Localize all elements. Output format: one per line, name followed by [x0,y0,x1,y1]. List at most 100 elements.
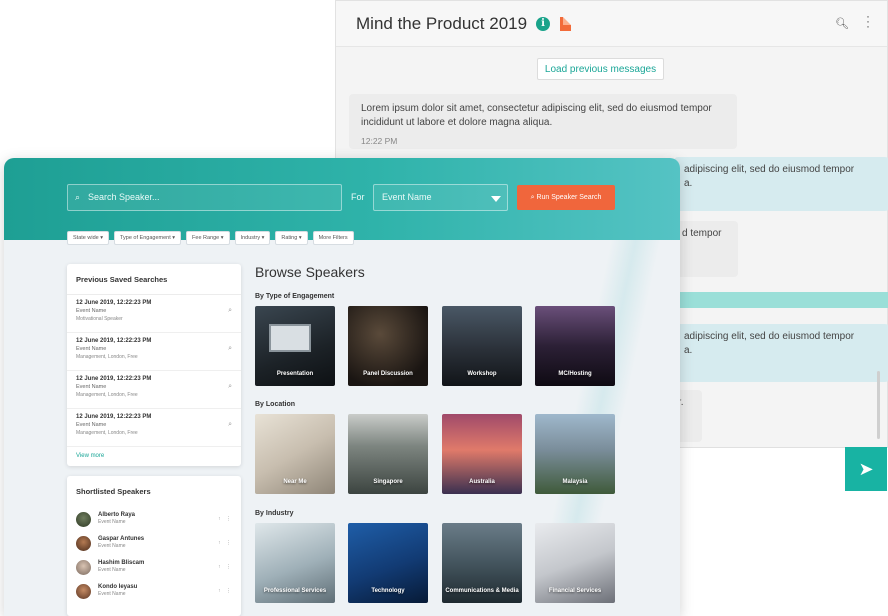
message-text: a. [684,178,693,189]
item-actions-icon[interactable]: ↑ ⋮ [218,588,233,594]
shortlist-item[interactable]: Hashim Bliscam Event Name ↑ ⋮ [67,555,241,579]
event-select[interactable]: Event Name [373,184,508,211]
run-button-label: Run Speaker Search [536,194,602,201]
tile-professional-services[interactable]: Professional Services [255,523,335,603]
tile-communications-media[interactable]: Communications & Media [442,523,522,603]
more-vertical-icon[interactable]: · · · [865,10,871,32]
search-icon[interactable]: ⌕ [228,307,232,315]
message-bubble: adipiscing elit, sed do eiusmod tempor a… [674,324,888,382]
message-text: adipiscing elit, sed do eiusmod tempor [684,164,855,175]
search-icon[interactable]: ⌕ [228,345,232,353]
message-text: a. [684,345,693,356]
chat-title: Mind the Product 2019 [356,13,528,33]
tile-label: Australia [469,479,495,485]
tile-presentation[interactable]: Presentation [255,306,335,386]
speaker-name: Alberto Raya [98,512,136,518]
filter-engagement[interactable]: Type of Engagement ▾ [113,231,182,245]
decorative-stripe [547,240,661,540]
filter-fee-range[interactable]: Fee Range ▾ [186,231,230,245]
shortlist-title: Shortlisted Speakers [76,487,151,496]
saved-tags: Motivational Speaker [76,316,123,322]
saved-tags: Management, London, Free [76,354,138,360]
chat-header: Mind the Product 2019 i 🔍︎ · · · [336,1,887,47]
tile-financial-services[interactable]: Financial Services [535,523,615,603]
filter-state-wide[interactable]: State wide ▾ [67,231,109,245]
tile-australia[interactable]: Australia [442,414,522,494]
saved-date: 12 June 2019, 12:22:23 PM [76,300,152,306]
speaker-event: Event Name [98,567,126,573]
saved-tags: Management, London, Free [76,392,138,398]
message-text: d tempor [682,228,722,239]
tile-label: Communications & Media [445,588,519,594]
tile-workshop[interactable]: Workshop [442,306,522,386]
send-button[interactable]: ➤ [845,447,887,491]
info-icon[interactable]: i [536,16,551,31]
saved-event: Event Name [76,384,107,390]
avatar [76,512,91,527]
saved-tags: Management, London, Free [76,430,138,436]
speaker-name: Kondo Ieyasu [98,584,138,590]
tile-label: Professional Services [263,588,327,594]
message-time: 12:22 PM [361,136,398,146]
tile-singapore[interactable]: Singapore [348,414,428,494]
shortlist-item[interactable]: Kondo Ieyasu Event Name ↑ ⋮ [67,579,241,603]
message-bubble: d tempor [674,221,738,277]
saved-event: Event Name [76,308,107,314]
saved-searches-title: Previous Saved Searches [67,264,241,295]
tile-label: Malaysia [562,479,588,485]
tile-label: MC/Hosting [558,371,592,377]
view-more-link[interactable]: View more [67,447,241,459]
document-icon[interactable] [560,16,572,31]
tile-mc-hosting[interactable]: MC/Hosting [535,306,615,386]
avatar [76,560,91,575]
item-actions-icon[interactable]: ↑ ⋮ [218,564,233,570]
saved-search-item[interactable]: 12 June 2019, 12:22:23 PM Event Name Man… [67,333,241,371]
saved-search-item[interactable]: 12 June 2019, 12:22:23 PM Event Name Mot… [67,295,241,333]
tile-label: Panel Discussion [363,371,413,377]
item-actions-icon[interactable]: ↑ ⋮ [218,540,233,546]
tile-panel-discussion[interactable]: Panel Discussion [348,306,428,386]
saved-event: Event Name [76,422,107,428]
tile-label: Near Me [283,479,307,485]
saved-date: 12 June 2019, 12:22:23 PM [76,338,152,344]
message-text: Lorem ipsum dolor sit amet, consectetur … [361,103,712,128]
tile-label: Singapore [373,479,403,485]
avatar [76,584,91,599]
for-label: For [351,192,365,202]
speaker-name: Hashim Bliscam [98,560,145,566]
speaker-event: Event Name [98,591,126,597]
section-label-industry: By Industry [255,510,294,517]
section-label-location: By Location [255,401,296,408]
speaker-event: Event Name [98,543,126,549]
speaker-search-input[interactable]: ⌕ Search Speaker... [67,184,342,211]
saved-search-item[interactable]: 12 June 2019, 12:22:23 PM Event Name Man… [67,409,241,447]
filter-more[interactable]: More Filters [312,231,354,245]
event-select-value: Event Name [382,192,432,202]
shortlist-item[interactable]: Alberto Raya Event Name ↑ ⋮ [67,507,241,531]
search-icon[interactable]: ⌕ [228,383,232,391]
tile-technology[interactable]: Technology [348,523,428,603]
speaker-name: Gaspar Antunes [98,536,145,542]
send-icon: ➤ [858,459,874,479]
filter-rating[interactable]: Rating ▾ [275,231,308,245]
tile-near-me[interactable]: Near Me [255,414,335,494]
saved-event: Event Name [76,346,107,352]
message-text: adipiscing elit, sed do eiusmod tempor [684,331,855,342]
saved-date: 12 June 2019, 12:22:23 PM [76,414,152,420]
browse-title: Browse Speakers [255,264,365,280]
search-icon[interactable]: ⌕ [228,421,232,429]
avatar [76,536,91,551]
item-actions-icon[interactable]: ↑ ⋮ [218,516,233,522]
message-text: r. [678,397,684,408]
chat-scrollbar[interactable] [877,371,880,439]
tile-label: Presentation [276,371,314,377]
run-speaker-search-button[interactable]: ⌕ Run Speaker Search [517,185,615,210]
search-icon[interactable]: 🔍︎ [835,17,849,30]
filter-bar: State wide ▾ Type of Engagement ▾ Fee Ra… [67,231,354,245]
saved-search-item[interactable]: 12 June 2019, 12:22:23 PM Event Name Man… [67,371,241,409]
filter-industry[interactable]: Industry ▾ [234,231,271,245]
message-bubble: Lorem ipsum dolor sit amet, consectetur … [349,94,737,149]
tile-malaysia[interactable]: Malaysia [535,414,615,494]
shortlist-item[interactable]: Gaspar Antunes Event Name ↑ ⋮ [67,531,241,555]
load-previous-button[interactable]: Load previous messages [537,58,664,80]
